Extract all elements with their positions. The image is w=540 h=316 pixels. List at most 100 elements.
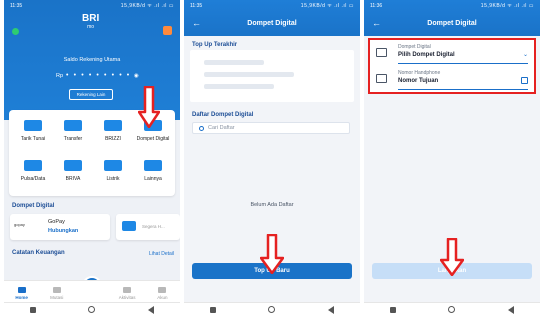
placeholder-line: [204, 60, 264, 65]
brimo-logo: BRI mo: [82, 14, 99, 32]
menu-listrik[interactable]: Listrik: [95, 160, 131, 182]
tab-label: Aktivitas: [118, 295, 136, 300]
placeholder-line: [204, 72, 294, 77]
topup-section-title: Top Up Terakhir: [192, 42, 238, 48]
status-time: 11:35: [10, 3, 23, 9]
contact-book-icon[interactable]: [521, 77, 528, 84]
saldo-label: Saldo Rekening Utama: [63, 57, 121, 63]
more-icon: [144, 160, 162, 171]
chevron-down-icon[interactable]: ⌄: [523, 51, 528, 58]
menu-label: Tarik Tunai: [20, 136, 46, 142]
gopay-logo: gopay: [14, 222, 25, 227]
tab-label: Mutasi: [50, 295, 64, 300]
transfer-icon: [64, 120, 82, 131]
menu-label: Transfer: [63, 136, 83, 142]
eye-icon[interactable]: ◉: [134, 73, 139, 79]
back-nav-icon[interactable]: [147, 305, 154, 314]
dompet-digital-select[interactable]: Dompet Digital Pilih Dompet Digital ⌄: [372, 42, 532, 66]
field-value: Pilih Dompet Digital: [398, 52, 455, 58]
recent-apps-icon[interactable]: [210, 306, 217, 313]
status-bar: 11:35 15,9KB/d ᯤ .ıl .ıl ▭: [4, 0, 180, 12]
gopay-card[interactable]: gopay GoPay Hubungkan: [10, 214, 110, 240]
status-icons: 15,9KB/d ᯤ .ıl .ıl ▭: [300, 3, 354, 9]
profile-icon[interactable]: [12, 28, 19, 35]
menu-transfer[interactable]: Transfer: [55, 120, 91, 142]
briva-icon: [64, 160, 82, 171]
placeholder-line: [204, 84, 274, 89]
saldo-mask: • • • • • • • • •: [66, 72, 131, 79]
menu-pulsa-data[interactable]: Pulsa/Data: [15, 160, 51, 182]
user-icon: [158, 287, 167, 293]
empty-state-text: Belum Ada Daftar: [250, 202, 294, 208]
tab-label: Home: [15, 295, 28, 300]
android-navbar: [4, 302, 180, 316]
search-icon: [199, 125, 204, 131]
highlighted-form: Dompet Digital Pilih Dompet Digital ⌄ No…: [368, 38, 536, 94]
tab-home[interactable]: Home: [8, 287, 36, 300]
bolt-icon: [104, 160, 122, 171]
rekening-lain-button[interactable]: Rekening Lain: [69, 89, 113, 100]
wallet-icon: [122, 221, 136, 231]
menu-brizzi[interactable]: BRIZZI: [95, 120, 131, 142]
tab-label: Akun: [157, 295, 168, 300]
menu-label: BRIZZI: [105, 136, 121, 142]
menu-label: Listrik: [106, 176, 120, 182]
app-header: 11:35 15,9KB/d ᯤ .ıl .ıl ▭ ← Dompet Digi…: [184, 0, 360, 36]
menu-label: Pulsa/Data: [20, 176, 46, 182]
red-arrow-down-icon: [440, 238, 464, 276]
red-arrow-down-icon: [260, 234, 284, 274]
field-underline: [398, 89, 528, 90]
android-navbar: [364, 302, 540, 316]
menu-tarik-tunai[interactable]: Tarik Tunai: [15, 120, 51, 142]
page-title: Dompet Digital: [247, 20, 297, 27]
menu-label: BRIVA: [65, 176, 81, 182]
menu-briva[interactable]: BRIVA: [55, 160, 91, 182]
back-nav-icon[interactable]: [327, 305, 334, 314]
phone-icon: [24, 160, 42, 171]
field-value: Nomor Tujuan: [398, 78, 439, 84]
status-bar: 11:36 15,9KB/d ᯤ .ıl .ıl ▭: [364, 0, 540, 12]
field-label: Dompet Digital: [398, 44, 431, 50]
status-time: 11:35: [190, 3, 203, 9]
app-header: 11:36 15,9KB/d ᯤ .ıl .ıl ▭ ← Dompet Digi…: [364, 0, 540, 36]
menu-lainnya[interactable]: Lainnya: [135, 160, 171, 182]
home-nav-icon[interactable]: [88, 306, 96, 313]
gopay-hubungkan-link[interactable]: Hubungkan: [48, 228, 78, 234]
home-nav-icon[interactable]: [268, 306, 276, 313]
status-bar: 11:35 15,9KB/d ᯤ .ıl .ıl ▭: [184, 0, 360, 12]
logo-sub: mo: [87, 24, 95, 30]
segera-card[interactable]: Segera H...: [116, 214, 180, 240]
tutorial-canvas: 11:35 15,9KB/d ᯤ .ıl .ıl ▭ BRI mo Saldo …: [0, 0, 540, 316]
status-icons: 15,9KB/d ᯤ .ıl .ıl ▭: [480, 3, 534, 9]
phone-dompet-list-screen: 11:35 15,9KB/d ᯤ .ıl .ıl ▭ ← Dompet Digi…: [184, 0, 360, 316]
red-arrow-down-icon: [138, 86, 160, 128]
menu-label: Dompet Digital: [136, 136, 170, 142]
lihat-detail-link[interactable]: Lihat Detail: [149, 251, 174, 257]
menu-label: Lainnya: [144, 176, 162, 182]
search-input[interactable]: Cari Daftar: [192, 122, 350, 134]
cash-icon: [24, 120, 42, 131]
phone-form-screen: 11:36 15,9KB/d ᯤ .ıl .ıl ▭ ← Dompet Digi…: [364, 0, 540, 316]
phone-home-screen: 11:35 15,9KB/d ᯤ .ıl .ıl ▭ BRI mo Saldo …: [4, 0, 180, 316]
field-underline: [398, 63, 528, 64]
recent-apps-icon[interactable]: [30, 306, 37, 313]
notification-icon[interactable]: [163, 26, 172, 35]
section-catatan: Catatan Keuangan: [12, 250, 65, 256]
activity-icon: [123, 287, 132, 293]
page-title: Dompet Digital: [427, 20, 477, 27]
daftar-section-title: Daftar Dompet Digital: [192, 112, 254, 118]
saldo-value: Rp • • • • • • • • • ◉: [56, 72, 139, 79]
home-icon: [17, 287, 26, 293]
tab-mutasi[interactable]: Mutasi: [43, 287, 71, 300]
status-time: 11:36: [370, 3, 383, 9]
section-dompet-digital: Dompet Digital: [12, 203, 55, 209]
recent-apps-icon[interactable]: [390, 306, 397, 313]
home-nav-icon[interactable]: [448, 306, 456, 313]
topup-history-card: [190, 50, 354, 102]
card-icon: [104, 120, 122, 131]
nomor-handphone-input[interactable]: Nomor Handphone Nomor Tujuan: [372, 68, 532, 92]
back-nav-icon[interactable]: [507, 305, 514, 314]
tab-akun[interactable]: Akun: [148, 287, 176, 300]
tab-aktivitas[interactable]: Aktivitas: [113, 287, 141, 300]
field-label: Nomor Handphone: [398, 70, 441, 76]
